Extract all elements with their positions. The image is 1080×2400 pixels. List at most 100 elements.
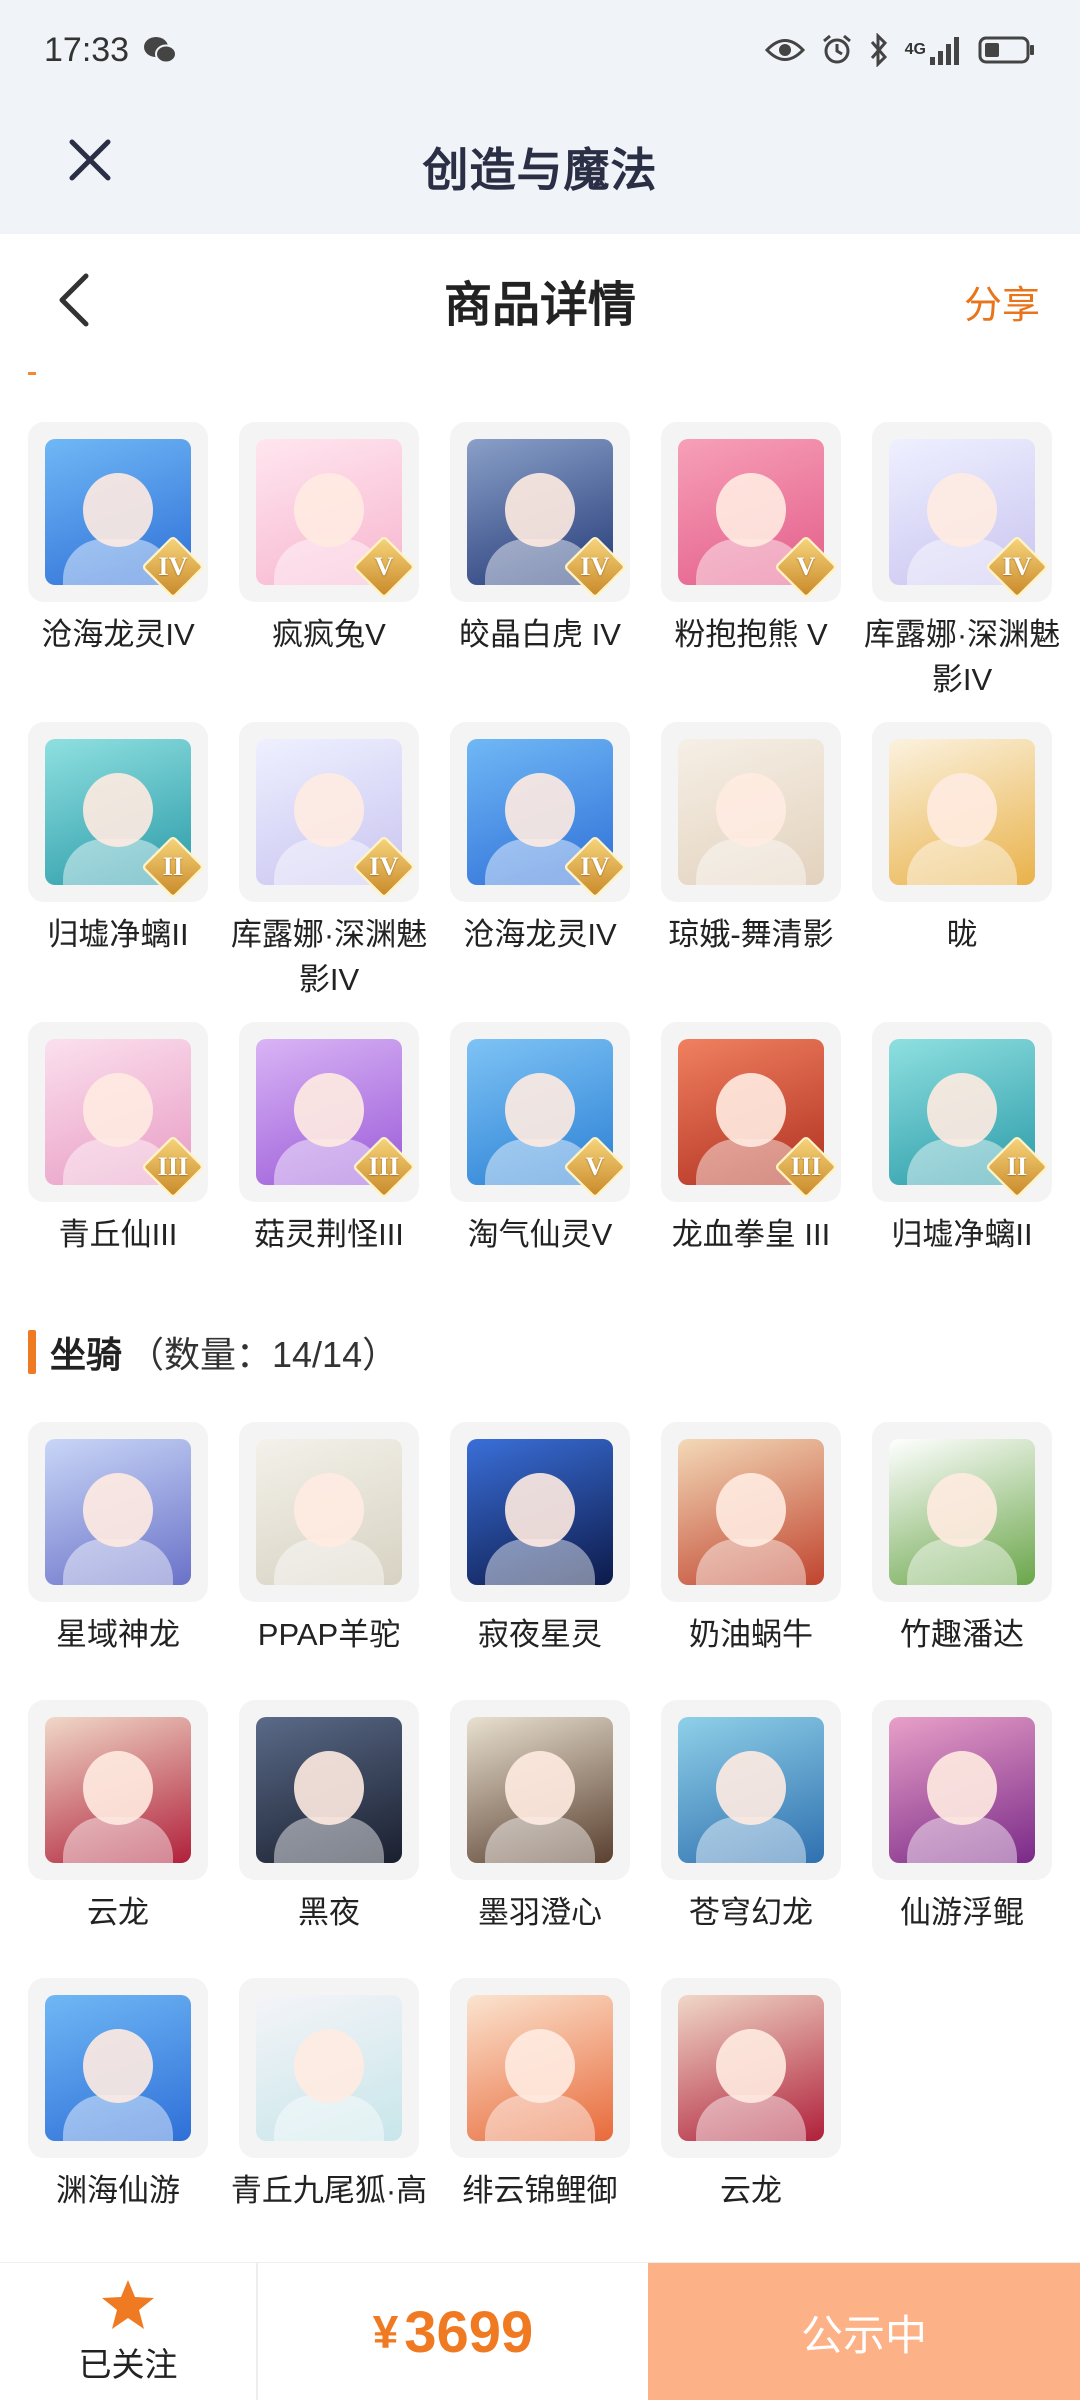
character-item-thumbnail: III <box>28 1022 208 1202</box>
mount-item-thumbnail <box>28 1700 208 1880</box>
character-item-name: 归墟净螭II <box>891 1217 1033 1252</box>
character-item[interactable]: IV 沧海龙灵IV <box>28 422 208 722</box>
character-item-name: 淘气仙灵V <box>467 1217 613 1252</box>
mount-item-image <box>467 1439 613 1585</box>
star-icon <box>102 2280 154 2329</box>
share-button[interactable]: 分享 <box>964 274 1040 329</box>
chevron-left-icon <box>59 273 89 327</box>
rank-badge-label: III <box>157 1152 189 1182</box>
mount-item-name: 墨羽澄心 <box>478 1895 602 1930</box>
character-item-name: 库露娜·深渊魅影IV <box>863 617 1061 697</box>
character-item-name: 琼娥-舞清影 <box>668 917 834 952</box>
character-item[interactable]: 昽 <box>872 722 1052 1022</box>
status-left: 17:33 <box>44 30 178 70</box>
mount-item[interactable]: 仙游浮鲲 <box>872 1700 1052 1978</box>
rank-badge-label: III <box>368 1152 400 1182</box>
mount-item[interactable]: 渊海仙游 <box>28 1978 208 2256</box>
rank-badge-label: V <box>796 552 816 582</box>
follow-button[interactable]: 已关注 <box>0 2263 258 2400</box>
price: ¥ 3699 <box>258 2263 648 2400</box>
rank-badge-label: IV <box>369 852 399 882</box>
mount-item[interactable]: 竹趣潘达 <box>872 1422 1052 1700</box>
mount-item-thumbnail <box>239 1978 419 2158</box>
character-item[interactable]: III 青丘仙III <box>28 1022 208 1322</box>
mount-item[interactable]: 奶油蜗牛 <box>661 1422 841 1700</box>
rank-badge-label: II <box>162 852 184 882</box>
mount-item-name: 奶油蜗牛 <box>689 1617 813 1652</box>
back-button[interactable] <box>44 270 104 330</box>
character-item-name: 疯疯兔V <box>272 617 386 652</box>
mount-item-thumbnail <box>28 1422 208 1602</box>
mount-item[interactable]: PPAP羊驼 <box>239 1422 419 1700</box>
section-title: 坐骑 <box>50 1334 123 1375</box>
price-currency: ¥ <box>372 2306 399 2358</box>
character-item[interactable]: IV 库露娜·深渊魅影IV <box>864 422 1060 722</box>
character-item[interactable]: V 粉抱抱熊 V <box>661 422 841 722</box>
character-item[interactable]: II 归墟净螭II <box>872 1022 1052 1322</box>
mount-item[interactable]: 苍穹幻龙 <box>661 1700 841 1978</box>
mount-item-name: 星域神龙 <box>56 1617 180 1652</box>
mount-item-name: 云龙 <box>720 2173 782 2208</box>
character-item-name: 皎晶白虎 IV <box>459 617 621 652</box>
mount-item[interactable]: 星域神龙 <box>28 1422 208 1700</box>
character-item[interactable]: II 归墟净螭II <box>28 722 208 1022</box>
mount-item-image <box>678 1995 824 2141</box>
rank-badge-label: IV <box>1002 552 1032 582</box>
character-item-name: 昽 <box>946 917 978 952</box>
rank-badge-label: V <box>374 552 394 582</box>
mount-item-thumbnail <box>872 1700 1052 1880</box>
mount-item-name: 黑夜 <box>298 1895 360 1930</box>
price-value: 3699 <box>404 2299 534 2365</box>
character-item-name: 沧海龙灵IV <box>41 617 195 652</box>
rank-badge-label: V <box>585 1152 605 1182</box>
character-item[interactable]: IV 皎晶白虎 IV <box>450 422 630 722</box>
mount-item[interactable]: 绯云锦鲤御 <box>450 1978 630 2256</box>
battery-icon <box>978 35 1036 65</box>
character-item-name: 菇灵荆怪III <box>254 1217 404 1252</box>
mount-item[interactable]: 墨羽澄心 <box>450 1700 630 1978</box>
follow-label: 已关注 <box>78 2346 178 2383</box>
section-accent-bar <box>28 1330 36 1374</box>
character-item-thumbnail: III <box>661 1022 841 1202</box>
mount-item-image <box>467 1995 613 2141</box>
character-item[interactable]: V 疯疯兔V <box>239 422 419 722</box>
character-item-thumbnail: IV <box>872 422 1052 602</box>
mount-item-name: PPAP羊驼 <box>257 1617 401 1652</box>
eye-icon <box>764 37 805 63</box>
character-item-thumbnail: II <box>28 722 208 902</box>
character-item[interactable]: III 菇灵荆怪III <box>239 1022 419 1322</box>
status-right: 4G <box>764 33 1036 67</box>
rank-badge-label: IV <box>580 852 610 882</box>
status-time: 17:33 <box>44 30 130 69</box>
mount-item[interactable]: 云龙 <box>661 1978 841 2256</box>
close-button[interactable] <box>58 128 122 192</box>
mount-item-thumbnail <box>450 1422 630 1602</box>
character-item-thumbnail: V <box>239 422 419 602</box>
mount-item-name: 寂夜星灵 <box>478 1617 602 1652</box>
character-item-name: 归墟净螭II <box>47 917 189 952</box>
character-item-thumbnail: II <box>872 1022 1052 1202</box>
alarm-icon <box>821 34 853 66</box>
mount-item-name: 苍穹幻龙 <box>689 1895 813 1930</box>
mount-item[interactable]: 寂夜星灵 <box>450 1422 630 1700</box>
mount-item-thumbnail <box>661 1700 841 1880</box>
character-item[interactable]: IV 库露娜·深渊魅影IV <box>231 722 427 1022</box>
character-item[interactable]: IV 沧海龙灵IV <box>450 722 630 1022</box>
mount-item[interactable]: 青丘九尾狐·高 <box>231 1978 427 2256</box>
mount-item[interactable]: 黑夜 <box>239 1700 419 1978</box>
mount-item-image <box>678 1439 824 1585</box>
mount-item-name: 渊海仙游 <box>56 2173 180 2208</box>
character-item-thumbnail: IV <box>239 722 419 902</box>
character-item[interactable]: III 龙血拳皇 III <box>661 1022 841 1322</box>
mount-item[interactable]: 云龙 <box>28 1700 208 1978</box>
wechat-icon <box>143 35 178 65</box>
character-item[interactable]: 琼娥-舞清影 <box>661 722 841 1022</box>
character-item-name: 库露娜·深渊魅影IV <box>230 917 428 997</box>
character-item[interactable]: V 淘气仙灵V <box>450 1022 630 1322</box>
mount-item-thumbnail <box>661 1978 841 2158</box>
bottom-bar: 已关注 ¥ 3699 公示中 <box>0 2262 1080 2400</box>
mount-item-name: 竹趣潘达 <box>900 1617 1024 1652</box>
character-item-thumbnail <box>872 722 1052 902</box>
character-item-name: 沧海龙灵IV <box>463 917 617 952</box>
publicity-status-button[interactable]: 公示中 <box>648 2263 1080 2400</box>
